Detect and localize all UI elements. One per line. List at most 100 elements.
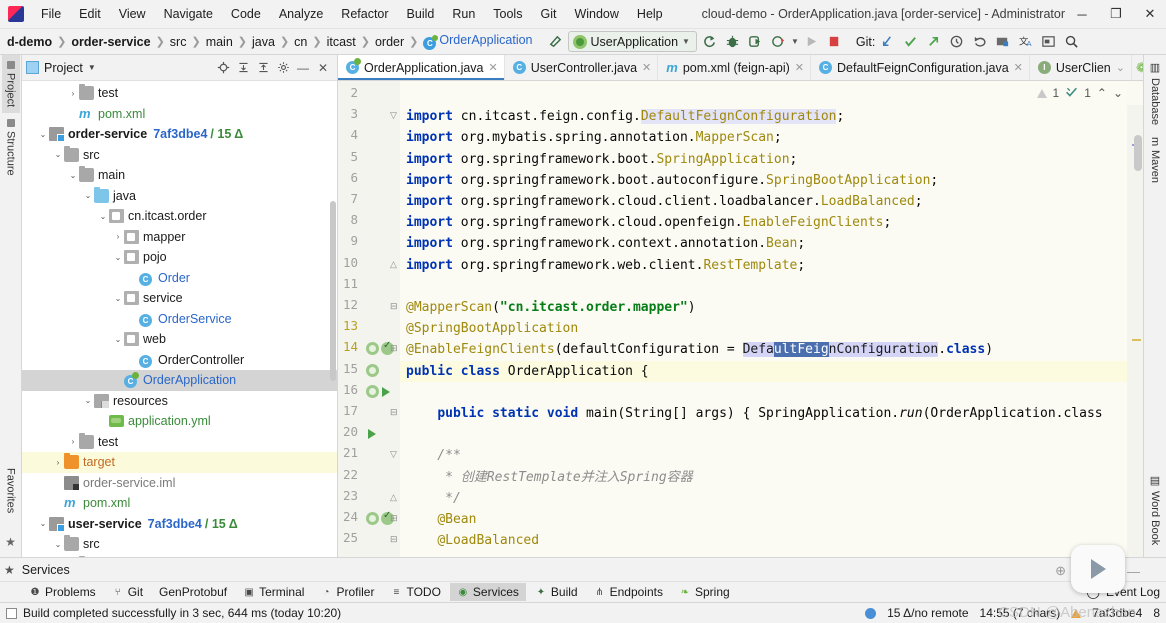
git-hash[interactable]: 7af3dbe4: [1092, 606, 1142, 620]
fold-marker-icon[interactable]: ⊟: [390, 513, 398, 524]
tree-item[interactable]: ⌄ cn.itcast.order: [22, 206, 337, 227]
profile-icon[interactable]: [768, 31, 789, 52]
run-configuration-selector[interactable]: UserApplication ▼: [567, 31, 697, 52]
editor-tab[interactable]: m pom.xml (feign-api) ✕: [658, 55, 812, 80]
tool-window-button-genprotobuf[interactable]: GenProtobuf: [152, 583, 234, 601]
key-promoter-icon[interactable]: [992, 31, 1013, 52]
tree-item[interactable]: › mapper: [22, 227, 337, 248]
bean-gutter-icon[interactable]: [366, 363, 379, 377]
tool-window-button-endpoints[interactable]: ⋔ Endpoints: [587, 583, 670, 601]
close-icon[interactable]: ✕: [1133, 0, 1166, 28]
code-line[interactable]: /**: [406, 445, 461, 466]
spring-bean-gutter-icon[interactable]: [366, 384, 379, 398]
locate-icon[interactable]: [213, 58, 233, 78]
tree-item[interactable]: › test: [22, 83, 337, 104]
chevron-down-icon[interactable]: ⌄: [82, 396, 94, 405]
tree-item[interactable]: ⌄ user-service 7af3dbe4/ 15 Δ: [22, 514, 337, 535]
chevron-down-icon[interactable]: ⌄: [112, 294, 124, 303]
chevron-down-icon[interactable]: ⌄: [52, 540, 64, 549]
translate-icon[interactable]: 文A: [1015, 31, 1036, 52]
code-line[interactable]: import org.mybatis.spring.annotation.Map…: [406, 127, 782, 148]
code-content[interactable]: import cn.itcast.feign.config.DefaultFei…: [400, 81, 1127, 557]
settings-icon[interactable]: [273, 58, 293, 78]
hide-icon[interactable]: —: [293, 58, 313, 78]
menu-item-code[interactable]: Code: [222, 4, 270, 24]
tree-item[interactable]: ⌄main: [22, 555, 337, 557]
tree-item[interactable]: ·C OrderController: [22, 350, 337, 371]
fold-marker-icon[interactable]: ⊟: [390, 534, 398, 545]
next-problem-icon[interactable]: ⌄: [1113, 86, 1123, 100]
chevron-down-icon[interactable]: ⌄: [37, 519, 49, 528]
breadcrumb-item[interactable]: d-demo: [3, 34, 56, 50]
tool-window-button-git[interactable]: ⑂ Git: [105, 583, 150, 601]
chevron-down-icon[interactable]: ⌄: [52, 150, 64, 159]
sidebar-item-maven[interactable]: m Maven: [1146, 131, 1164, 189]
chevron-down-icon[interactable]: ⌄: [1116, 61, 1125, 74]
code-line[interactable]: import org.springframework.boot.autoconf…: [406, 170, 938, 191]
editor-tab[interactable]: C DefaultFeignConfiguration.java ✕: [811, 55, 1030, 80]
tree-item[interactable]: › target: [22, 452, 337, 473]
sidebar-item-database[interactable]: ▥ Database: [1146, 55, 1165, 131]
tree-item[interactable]: › test: [22, 432, 337, 453]
chevron-down-icon[interactable]: ⌄: [112, 253, 124, 262]
close-icon[interactable]: ✕: [313, 58, 333, 78]
breadcrumb-item[interactable]: java: [248, 34, 279, 50]
menu-item-run[interactable]: Run: [443, 4, 484, 24]
breadcrumb-item[interactable]: C OrderApplication: [419, 32, 536, 51]
history-icon[interactable]: [946, 31, 967, 52]
editor-inspection-status[interactable]: 1 1 ⌃ ⌄: [1036, 81, 1143, 105]
breadcrumb-item[interactable]: order: [371, 34, 408, 50]
search-everywhere-icon[interactable]: [1061, 31, 1082, 52]
code-line[interactable]: import org.springframework.cloud.client.…: [406, 191, 923, 212]
tool-window-button-todo[interactable]: ≡ TODO: [383, 583, 447, 601]
sidebar-item-word-book[interactable]: ▤ Word Book: [1146, 468, 1165, 551]
menu-item-window[interactable]: Window: [565, 4, 627, 24]
menu-item-file[interactable]: File: [32, 4, 70, 24]
tree-item[interactable]: ⌄ order-service 7af3dbe4/ 15 Δ: [22, 124, 337, 145]
tool-window-button-problems[interactable]: ❶ Problems: [22, 583, 103, 601]
project-tree[interactable]: ›test ·mpom.xml ⌄order-service7af3dbe4/ 15…: [22, 81, 337, 557]
editor-gutter[interactable]: 23▽45678910△1112⊟1314⊟151617⊟2021▽2223△2…: [338, 81, 400, 557]
chevron-down-icon[interactable]: ⌄: [67, 171, 79, 180]
menu-item-build[interactable]: Build: [398, 4, 444, 24]
code-editor[interactable]: 23▽45678910△1112⊟1314⊟151617⊟2021▽2223△2…: [338, 81, 1143, 557]
code-line[interactable]: import cn.itcast.feign.config.DefaultFei…: [406, 106, 844, 127]
code-line[interactable]: public class OrderApplication {: [406, 361, 649, 382]
chevron-down-icon[interactable]: ▼: [791, 37, 799, 46]
run-icon[interactable]: [801, 31, 822, 52]
sidebar-item-project[interactable]: Project: [1, 55, 20, 114]
tree-item[interactable]: ·C Order: [22, 268, 337, 289]
tree-item[interactable]: · order-service.iml: [22, 473, 337, 494]
chevron-down-icon[interactable]: ⌄: [82, 191, 94, 200]
tree-item[interactable]: ·m pom.xml: [22, 493, 337, 514]
tree-item[interactable]: ⌄ java: [22, 186, 337, 207]
project-tree-scrollbar[interactable]: [330, 201, 336, 381]
breadcrumb[interactable]: d-demo ❯ order-service ❯ src ❯ main ❯ java ❯ cn ❯ it…: [0, 32, 537, 51]
fold-marker-icon[interactable]: ⊟: [390, 343, 398, 354]
code-line[interactable]: @EnableFeignClients(defaultConfiguration…: [406, 339, 993, 360]
tool-window-button-terminal[interactable]: ▣ Terminal: [236, 583, 311, 601]
menu-item-navigate[interactable]: Navigate: [155, 4, 222, 24]
fold-marker-icon[interactable]: △: [390, 492, 397, 503]
commit-icon[interactable]: [900, 31, 921, 52]
chevron-right-icon[interactable]: ›: [52, 458, 64, 467]
tree-item[interactable]: ⌄ src: [22, 145, 337, 166]
maximize-icon[interactable]: ❐: [1099, 0, 1133, 28]
stop-icon[interactable]: [824, 31, 845, 52]
rollback-icon[interactable]: [969, 31, 990, 52]
fold-marker-icon[interactable]: ⊟: [390, 301, 398, 312]
fold-marker-icon[interactable]: ▽: [390, 449, 397, 460]
code-line[interactable]: import org.springframework.boot.SpringAp…: [406, 149, 797, 170]
chevron-down-icon[interactable]: ▼: [88, 63, 96, 72]
tool-window-button-build[interactable]: ✦ Build: [528, 583, 585, 601]
breadcrumb-item[interactable]: itcast: [323, 34, 360, 50]
chevron-down-icon[interactable]: ⌄: [37, 130, 49, 139]
run-with-coverage-icon[interactable]: [745, 31, 766, 52]
chevron-right-icon[interactable]: ›: [67, 89, 79, 98]
ide-icon[interactable]: [1038, 31, 1059, 52]
menu-item-help[interactable]: Help: [628, 4, 672, 24]
breadcrumb-item[interactable]: src: [166, 34, 191, 50]
fold-marker-icon[interactable]: ⊟: [390, 407, 398, 418]
menu-item-edit[interactable]: Edit: [70, 4, 110, 24]
editor-tab[interactable]: C UserController.java ✕: [505, 55, 659, 80]
